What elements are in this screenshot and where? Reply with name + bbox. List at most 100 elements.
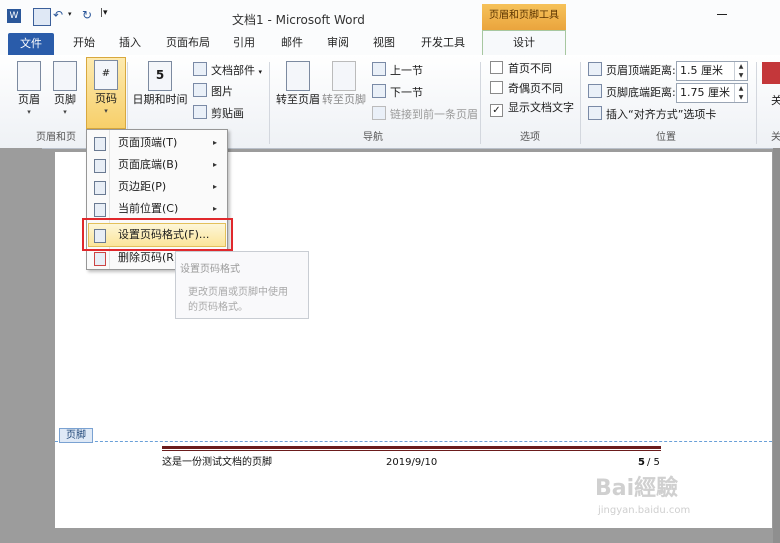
current-position-icon — [94, 203, 106, 217]
redo-icon[interactable]: ↻ — [82, 8, 92, 22]
odd-even-checkbox[interactable]: 奇偶页不同 — [490, 80, 563, 98]
menu-item-label: 页边距(P) — [118, 180, 167, 193]
next-section-label: 下一节 — [390, 86, 423, 99]
close-header-footer-label[interactable]: 关 — [771, 92, 780, 108]
tooltip-body-line1: 更改页眉或页脚中使用 — [188, 287, 288, 298]
footer-distance-text: 页脚底端距离: — [606, 86, 676, 99]
customize-qat-icon[interactable]: |▾ — [100, 8, 108, 18]
page-number-label: 页码 — [95, 92, 117, 105]
header-distance-value: 1.5 厘米 — [680, 64, 723, 77]
footer-page-number[interactable]: 5 — [638, 456, 645, 469]
footer-boundary — [55, 441, 772, 442]
chevron-down-icon: ▾ — [104, 107, 108, 115]
menu-item-label: 页面顶端(T) — [118, 136, 178, 149]
clipart-icon — [193, 105, 207, 119]
footer-distance-input[interactable]: 1.75 厘米 ▲ ▼ — [676, 83, 748, 103]
tab-mailings[interactable]: 邮件 — [272, 31, 312, 55]
header-distance-input[interactable]: 1.5 厘米 ▲ ▼ — [676, 61, 748, 81]
next-section-icon — [372, 84, 386, 98]
goto-header-label: 转至页眉 — [276, 93, 320, 106]
chevron-right-icon: ▸ — [212, 182, 217, 191]
close-header-footer-icon[interactable] — [762, 62, 780, 84]
save-icon[interactable] — [33, 8, 51, 26]
next-section-button[interactable]: 下一节 — [372, 84, 423, 102]
footer-icon — [53, 61, 77, 91]
footer-distance-value: 1.75 厘米 — [680, 86, 730, 99]
spinner-arrows-icon[interactable]: ▲ ▼ — [734, 62, 747, 80]
clipart-button[interactable]: 剪贴画 — [193, 105, 244, 123]
tooltip-title: 设置页码格式 — [180, 264, 240, 275]
goto-header-button[interactable]: 转至页眉 — [276, 59, 320, 107]
checkbox-icon — [490, 61, 503, 74]
chevron-right-icon: ▸ — [212, 204, 217, 213]
footer-button[interactable]: 页脚 ▾ — [48, 59, 82, 117]
footer-tag: 页脚 — [59, 428, 93, 443]
show-doc-text-checkbox[interactable]: ✓ 显示文档文字 — [490, 99, 574, 117]
footer-label: 页脚 — [54, 93, 76, 106]
tab-home[interactable]: 开始 — [64, 31, 104, 55]
prev-section-icon — [372, 62, 386, 76]
header-label: 页眉 — [18, 93, 40, 106]
chevron-down-icon: ▾ — [63, 108, 67, 116]
checkmark-icon: ✓ — [490, 104, 503, 117]
doc-parts-label: 文档部件 — [211, 64, 255, 77]
tab-page-layout[interactable]: 页面布局 — [160, 31, 216, 55]
insert-align-tab-icon — [588, 106, 602, 120]
picture-button[interactable]: 图片 — [193, 83, 233, 101]
odd-even-label: 奇偶页不同 — [508, 82, 563, 95]
chevron-right-icon: ▸ — [212, 160, 217, 169]
page-top-icon — [94, 137, 106, 151]
tab-review[interactable]: 审阅 — [318, 31, 358, 55]
goto-footer-icon — [332, 61, 356, 91]
menu-item-label: 页面底端(B) — [118, 158, 179, 171]
menu-item-page-margins[interactable]: 页边距(P) ▸ — [87, 176, 227, 198]
footer-rule — [162, 446, 661, 449]
page-bottom-icon — [94, 159, 106, 173]
footer-distance-icon — [588, 84, 602, 98]
date-time-button[interactable]: 5 日期和时间 — [131, 59, 189, 107]
word-logo-icon: W — [7, 9, 21, 23]
tab-file[interactable]: 文件 — [8, 33, 54, 55]
header-button[interactable]: 页眉 ▾ — [12, 59, 46, 117]
page-number-button[interactable]: # 页码 ▾ — [86, 57, 126, 129]
vertical-scrollbar[interactable] — [773, 148, 780, 543]
footer-page-total[interactable]: / 5 — [647, 456, 660, 469]
page-number-icon: # — [94, 60, 118, 90]
group-label-options: 选项 — [520, 132, 540, 143]
chevron-down-icon: ▾ — [27, 108, 31, 116]
left-margin-area — [0, 148, 42, 543]
spinner-arrows-icon[interactable]: ▲ ▼ — [734, 84, 747, 102]
menu-item-current-position[interactable]: 当前位置(C) ▸ — [87, 198, 227, 220]
picture-label: 图片 — [211, 85, 233, 98]
prev-section-label: 上一节 — [390, 64, 423, 77]
different-first-page-checkbox[interactable]: 首页不同 — [490, 60, 552, 78]
goto-header-icon — [286, 61, 310, 91]
picture-icon — [193, 83, 207, 97]
menu-item-bottom-of-page[interactable]: 页面底端(B) ▸ — [87, 154, 227, 176]
link-icon — [372, 106, 386, 120]
insert-align-tab-button[interactable]: 插入“对齐方式”选项卡 — [588, 106, 716, 124]
link-previous-label: 链接到前一条页眉 — [390, 108, 478, 121]
menu-item-top-of-page[interactable]: 页面顶端(T) ▸ — [87, 132, 227, 154]
group-label-close: 关 — [771, 132, 780, 143]
tab-references[interactable]: 引用 — [224, 31, 264, 55]
tab-view[interactable]: 视图 — [364, 31, 404, 55]
doc-parts-button[interactable]: 文档部件 ▾ — [193, 62, 262, 80]
ribbon-tabs: 文件 开始 插入 页面布局 引用 邮件 审阅 视图 开发工具 设计 — [0, 30, 780, 56]
undo-icon[interactable]: ↶ — [53, 8, 63, 22]
page-margins-icon — [94, 181, 106, 195]
insert-align-tab-label: 插入“对齐方式”选项卡 — [606, 108, 717, 121]
footer-text[interactable]: 这是一份测试文档的页脚 — [162, 456, 272, 469]
tab-insert[interactable]: 插入 — [110, 31, 150, 55]
goto-footer-button[interactable]: 转至页脚 — [322, 59, 366, 107]
checkbox-icon — [490, 81, 503, 94]
prev-section-button[interactable]: 上一节 — [372, 62, 423, 80]
tooltip: 设置页码格式 更改页眉或页脚中使用 的页码格式。 — [175, 251, 309, 319]
group-label-navigation: 导航 — [363, 132, 383, 143]
minimize-icon[interactable] — [717, 14, 727, 15]
tab-developer[interactable]: 开发工具 — [413, 31, 473, 55]
link-previous-button[interactable]: 链接到前一条页眉 — [372, 106, 478, 124]
tab-design[interactable]: 设计 — [482, 30, 566, 56]
undo-dropdown-icon[interactable]: ▾ — [68, 10, 72, 18]
footer-date[interactable]: 2019/9/10 — [386, 456, 437, 469]
